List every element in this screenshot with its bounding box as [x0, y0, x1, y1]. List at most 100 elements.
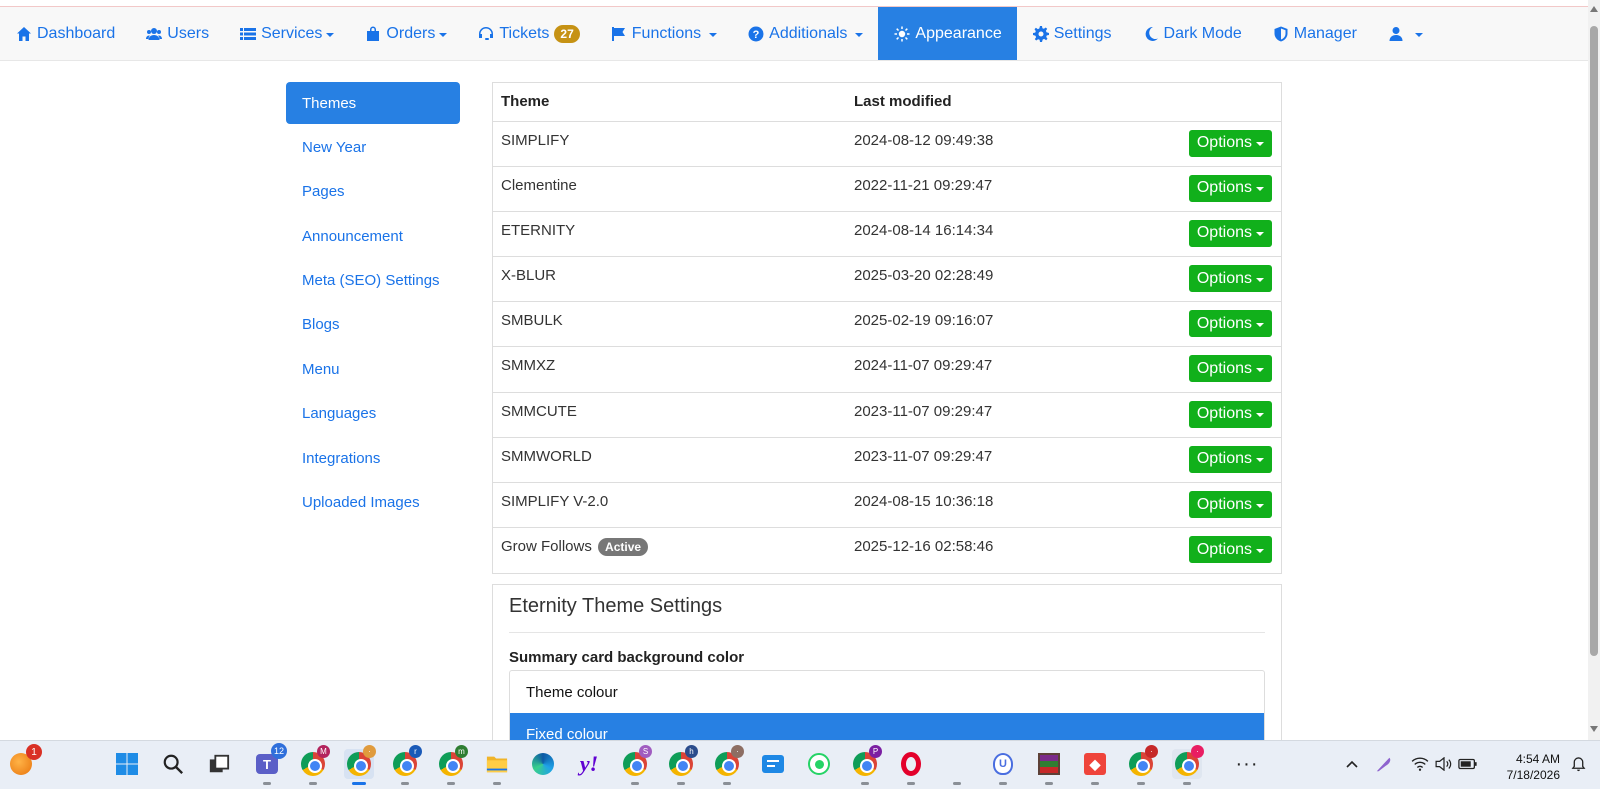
options-button[interactable]: Options	[1188, 219, 1272, 247]
nav-account[interactable]	[1372, 7, 1438, 60]
options-button[interactable]: Options	[1188, 310, 1272, 338]
chat-app-icon[interactable]	[758, 749, 788, 779]
nav-users[interactable]: Users	[130, 7, 224, 60]
running-indicator	[907, 782, 915, 785]
nav-manager[interactable]: Manager	[1257, 7, 1372, 60]
running-indicator	[1183, 782, 1191, 785]
vpn-shield-icon[interactable]: U	[988, 749, 1018, 785]
sidebar-item-uploaded-images[interactable]: Uploaded Images	[286, 482, 460, 524]
nav-tickets[interactable]: Tickets 27	[462, 7, 594, 60]
options-button-label: Options	[1196, 540, 1252, 558]
sidebar-item-pages[interactable]: Pages	[286, 171, 460, 213]
options-cell: Options	[1146, 527, 1281, 573]
weather-widget-icon[interactable]: 1	[6, 744, 42, 779]
chrome-profile-r-icon[interactable]: r	[390, 745, 422, 785]
search-icon[interactable]	[158, 749, 188, 779]
running-indicator	[1137, 782, 1145, 785]
options-button[interactable]: Options	[1188, 445, 1272, 473]
nav-appearance[interactable]: Appearance	[878, 7, 1017, 60]
sidebar-item-meta-seo-settings[interactable]: Meta (SEO) Settings	[286, 260, 460, 302]
wifi-icon[interactable]	[1408, 749, 1432, 779]
options-cell: Options	[1146, 301, 1281, 347]
nav-orders[interactable]: Orders	[349, 7, 462, 60]
nav-dashboard[interactable]: Dashboard	[0, 7, 130, 60]
scroll-up-arrow-icon[interactable]	[1590, 6, 1598, 12]
teams-icon[interactable]: T 12	[252, 743, 287, 785]
edge-icon[interactable]	[528, 749, 558, 779]
options-button[interactable]: Options	[1188, 355, 1272, 383]
winrar-icon[interactable]	[1034, 749, 1064, 785]
sidebar-item-menu[interactable]: Menu	[286, 348, 460, 390]
battery-icon[interactable]	[1456, 749, 1480, 779]
nav-appearance-label: Appearance	[915, 24, 1002, 42]
chevron-down-icon	[1256, 367, 1264, 372]
options-button[interactable]: Options	[1188, 536, 1272, 564]
nav-services[interactable]: Services	[224, 7, 349, 60]
theme-name-cell: SIMPLIFY V-2.0	[493, 481, 846, 528]
options-button[interactable]: Options	[1188, 129, 1272, 157]
more-apps-icon[interactable]: ···	[1232, 749, 1262, 779]
options-button[interactable]: Options	[1188, 265, 1272, 293]
sidebar-item-announcement[interactable]: Announcement	[286, 215, 460, 257]
options-button[interactable]: Options	[1188, 174, 1272, 202]
chrome-profile-avatar-icon[interactable]: ·	[1126, 745, 1158, 785]
whatsapp-icon[interactable]	[804, 749, 834, 779]
anydesk-icon[interactable]: ◆	[1080, 749, 1110, 785]
sidebar-item-integrations[interactable]: Integrations	[286, 437, 460, 479]
last-modified-cell: 2022-11-21 09:29:47	[846, 165, 1146, 212]
windows-start-icon[interactable]	[112, 749, 142, 779]
notification-bell-icon[interactable]	[1566, 749, 1590, 779]
volume-icon[interactable]	[1432, 749, 1456, 779]
scroll-down-arrow-icon[interactable]	[1590, 726, 1598, 732]
chrome-profile-p-icon[interactable]: P	[850, 745, 882, 785]
sidebar-item-themes[interactable]: Themes	[286, 82, 460, 124]
summary-card-color-select[interactable]: Theme colour Fixed colour	[509, 670, 1265, 744]
table-row: ETERNITY 2024-08-14 16:14:34 Options	[493, 210, 1281, 257]
options-button-label: Options	[1196, 269, 1252, 287]
summary-card-color-label: Summary card background color	[509, 649, 745, 666]
top-border	[0, 0, 1588, 7]
select-option-theme-colour[interactable]: Theme colour	[510, 671, 1264, 713]
nav-functions[interactable]: Functions	[595, 7, 732, 60]
chrome-profile-pink-icon[interactable]: ·	[1172, 745, 1204, 785]
chrome-active-icon[interactable]: ·	[344, 745, 376, 785]
chrome-profile-m-icon[interactable]: M	[298, 745, 330, 785]
chevron-up-icon[interactable]	[1340, 749, 1364, 779]
sidebar-item-new-year[interactable]: New Year	[286, 126, 460, 168]
nav-dark-mode[interactable]: Dark Mode	[1127, 7, 1257, 60]
nav-additionals[interactable]: ? Additionals	[732, 7, 878, 60]
chrome-profile-photo-icon[interactable]: ·	[712, 745, 744, 785]
options-cell: Options	[1146, 256, 1281, 302]
task-view-icon[interactable]	[204, 749, 234, 779]
shopping-bag-icon	[364, 25, 382, 43]
opera-icon[interactable]	[896, 749, 926, 785]
chrome-profile-m2-icon[interactable]: m	[436, 745, 468, 785]
theme-name: X-BLUR	[501, 267, 557, 285]
pen-feather-icon[interactable]	[1372, 749, 1396, 779]
chevron-down-icon	[1256, 503, 1264, 508]
page-scrollbar[interactable]	[1588, 0, 1600, 740]
blank-app-icon[interactable]	[942, 749, 972, 785]
options-button-label: Options	[1196, 405, 1252, 423]
tickets-count-badge: 27	[554, 24, 580, 43]
scrollbar-thumb[interactable]	[1590, 26, 1598, 656]
options-button[interactable]: Options	[1188, 400, 1272, 428]
chrome-profile-s-icon[interactable]: S	[620, 745, 652, 785]
sidebar-item-languages[interactable]: Languages	[286, 393, 460, 435]
options-cell: Options	[1146, 436, 1281, 483]
nav-functions-label: Functions	[631, 24, 702, 42]
nav-settings[interactable]: Settings	[1017, 7, 1127, 60]
file-explorer-icon[interactable]	[482, 749, 512, 785]
chevron-down-icon	[709, 32, 718, 37]
headset-icon	[477, 25, 495, 43]
chevron-down-icon	[1256, 142, 1264, 146]
options-button[interactable]: Options	[1188, 491, 1272, 518]
taskbar-clock[interactable]: 4:54 AM 7/18/2026	[1490, 751, 1560, 783]
chrome-profile-h-icon[interactable]: h	[666, 745, 698, 785]
nav-dark-mode-label: Dark Mode	[1163, 24, 1242, 42]
yahoo-icon[interactable]: y!	[574, 749, 604, 779]
sidebar-item-blogs[interactable]: Blogs	[286, 304, 460, 346]
last-modified-cell: 2024-08-15 10:36:18	[846, 481, 1146, 528]
table-row: Clementine 2022-11-21 09:29:47 Options	[493, 165, 1281, 212]
chevron-down-icon	[855, 32, 864, 37]
